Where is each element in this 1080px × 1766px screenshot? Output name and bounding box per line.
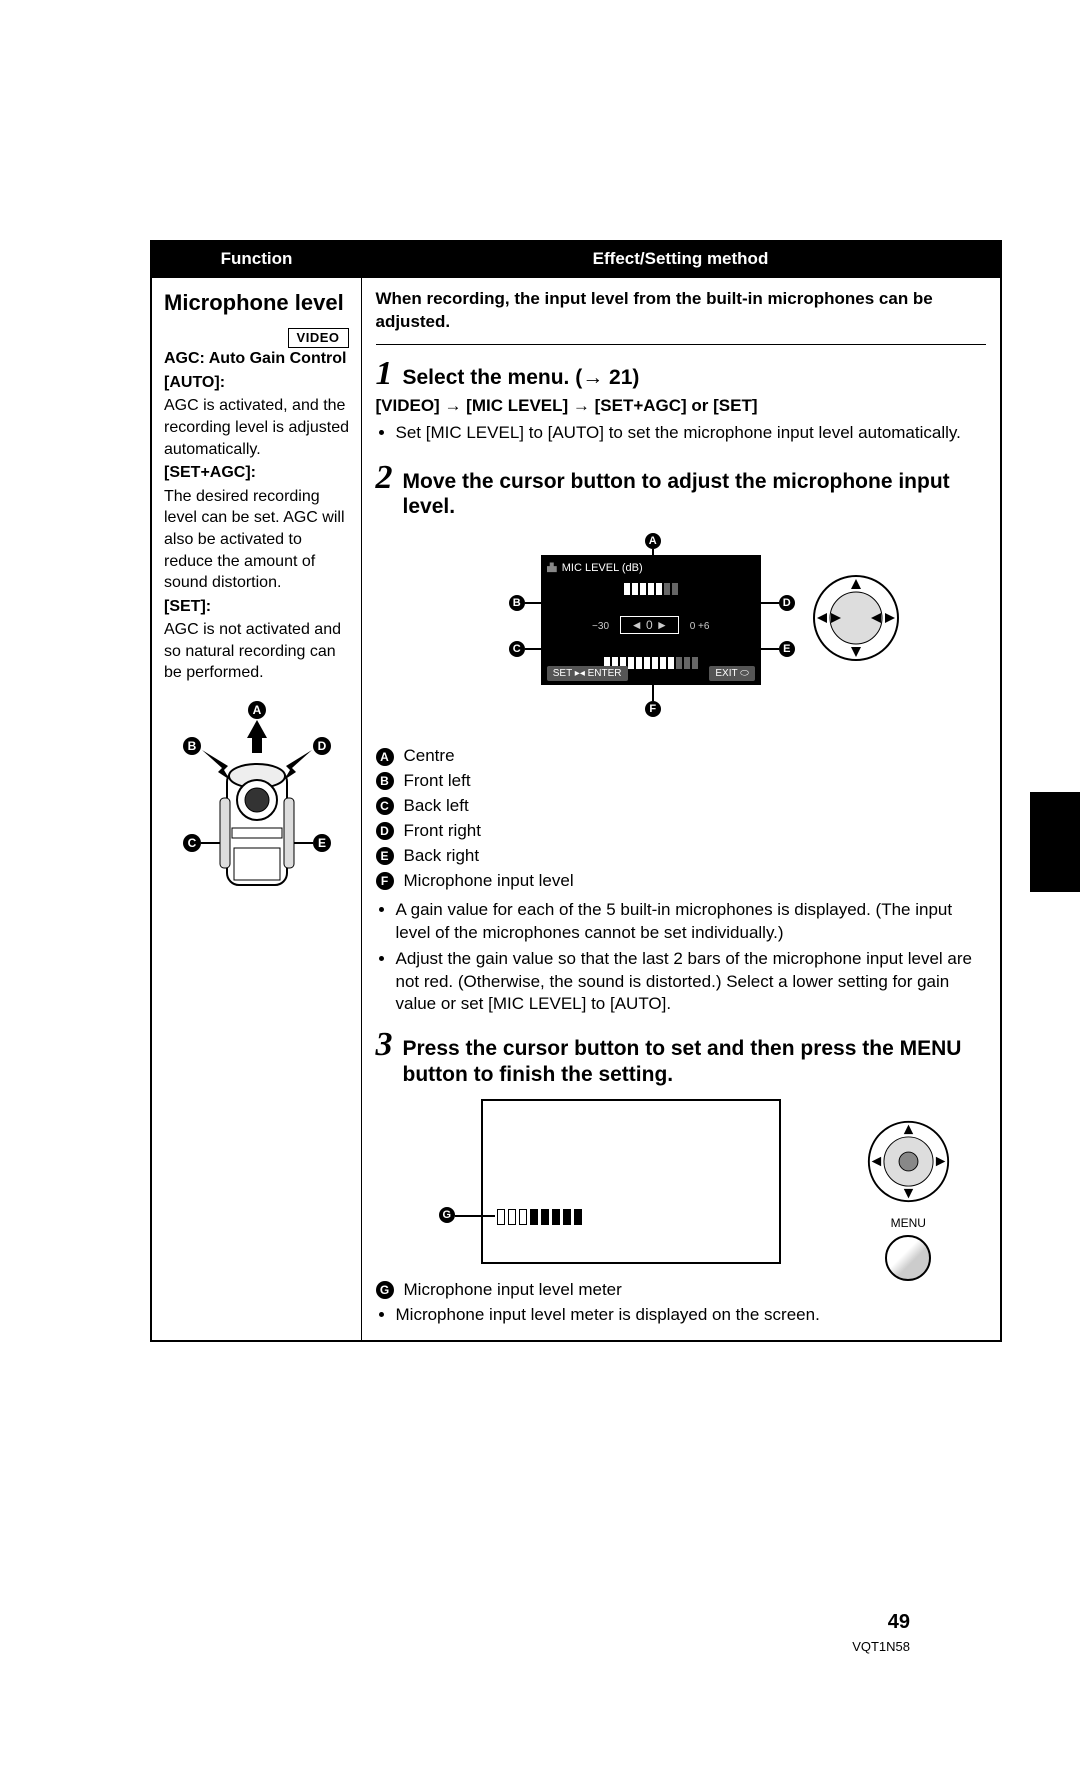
divider — [376, 344, 987, 345]
step2-heading: 2 Move the cursor button to adjust the m… — [376, 461, 987, 519]
svg-text:B: B — [188, 739, 197, 753]
joystick-icon — [866, 1119, 951, 1204]
menu-label: MENU — [866, 1215, 951, 1231]
svg-text:A: A — [253, 703, 262, 717]
svg-text:E: E — [318, 836, 326, 850]
settings-table: Function Effect/Setting method Microphon… — [150, 240, 1002, 1342]
joystick-icon — [811, 573, 901, 663]
video-tag: VIDEO — [288, 328, 349, 349]
step1-heading: 1 Select the menu. (→ 21) — [376, 357, 987, 391]
camera-mic-diagram: A B D C E — [164, 698, 351, 905]
step1-bullets: Set [MIC LEVEL] to [AUTO] to set the mic… — [376, 422, 987, 445]
page-number: 49 — [888, 1609, 910, 1636]
svg-text:C: C — [188, 836, 197, 850]
intro-text: When recording, the input level from the… — [376, 288, 987, 334]
final-bullet: Microphone input level meter is displaye… — [376, 1304, 987, 1327]
svg-text:D: D — [318, 739, 327, 753]
step2-bullets: A gain value for each of the 5 built-in … — [376, 899, 987, 1017]
meter-diagram: G — [411, 1099, 951, 1269]
function-description: AGC: Auto Gain Control [AUTO]: AGC is ac… — [164, 348, 351, 684]
mic-legend: ACentre BFront left CBack left DFront ri… — [376, 745, 987, 893]
th-effect: Effect/Setting method — [361, 241, 1001, 277]
step3-heading: 3 Press the cursor button to set and the… — [376, 1028, 987, 1086]
menu-path: [VIDEO] → [MIC LEVEL] → [SET+AGC] or [SE… — [376, 395, 987, 418]
mic-level-diagram: A B C D E F MIC LEVEL (dB) — [461, 533, 901, 733]
function-title: Microphone level — [164, 288, 351, 318]
th-function: Function — [151, 241, 361, 277]
side-tab-marker — [1030, 792, 1080, 892]
document-code: VQT1N58 — [852, 1638, 910, 1656]
menu-button-icon — [885, 1235, 931, 1281]
